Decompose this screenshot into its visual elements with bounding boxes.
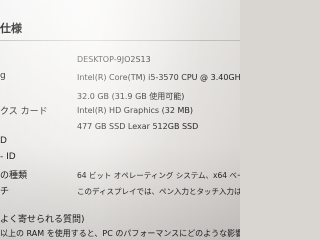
spec-label-pen-touch: チ [0,187,10,197]
spec-label-system-type: の種類 [0,171,28,181]
spec-label-graphics-card: クス カード [0,107,48,117]
photo-glare-overlay [0,0,240,240]
spec-value-storage: 477 GB SSD Lexar 512GB SSD [77,122,199,131]
spec-label-processor: g [0,71,6,81]
spec-label-device-id: D [0,136,7,146]
spec-value-processor: Intel(R) Core(TM) i5-3570 CPU @ 3.40GHz … [77,73,240,82]
spec-value-device-name: DESKTOP-9JO2S13 [77,55,151,64]
section-title: 仕様 [0,22,22,35]
system-about-screen: 仕様 DESKTOP-9JO2S13 g Intel(R) Core(TM) i… [0,0,240,240]
spec-value-pen-touch: このディスプレイでは、ペン入力とタッチ入力は利用できません [77,187,240,196]
spec-label-product-id: - ID [0,152,16,162]
spec-value-graphics-card: Intel(R) HD Graphics (32 MB) [77,106,193,115]
faq-heading: よく寄せられる質問) [0,215,85,225]
spec-value-ram: 32.0 GB (31.9 GB 使用可能) [77,92,185,101]
spec-value-system-type: 64 ビット オペレーティング システム、x64 ベース プロセッサ [77,171,240,180]
faq-question-ram-link[interactable]: 以上の RAM を使用すると、PC のパフォーマンスにどのような影響がありますか [0,228,240,239]
section-divider [0,40,240,41]
